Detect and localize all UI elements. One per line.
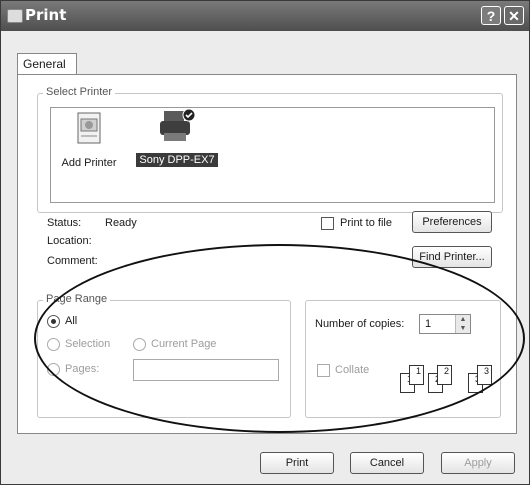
pages-input[interactable] <box>133 359 279 381</box>
pages-label: Pages: <box>65 363 100 375</box>
all-radio-dot <box>51 319 56 324</box>
print-button[interactable]: Print <box>260 452 334 474</box>
all-label: All <box>65 315 78 327</box>
status-label: Status: <box>47 217 82 229</box>
copies-value: 1 <box>425 318 432 330</box>
collate-checkbox[interactable] <box>317 364 330 377</box>
add-printer-label: Add Printer <box>61 157 117 169</box>
print-to-file-checkbox[interactable] <box>321 217 334 230</box>
select-printer-legend: Select Printer <box>43 86 116 98</box>
print-dialog: Print ? ✕ General Select Printer Add Pri… <box>0 0 530 485</box>
collate-page: 1 <box>409 365 424 385</box>
help-button[interactable]: ? <box>481 6 501 25</box>
copies-spinner[interactable]: 1 ▲ ▼ <box>419 314 471 334</box>
location-label: Location: <box>47 235 92 247</box>
tab-general[interactable]: General <box>17 53 77 75</box>
close-button[interactable]: ✕ <box>504 6 524 25</box>
collate-label: Collate <box>335 364 370 376</box>
printer-item-sony[interactable]: Sony DPP-EX7 <box>129 107 225 171</box>
selection-label: Selection <box>65 338 111 350</box>
print-to-file-label: Print to file <box>340 217 392 229</box>
title-bar[interactable]: Print ? ✕ <box>1 1 529 31</box>
collate-page: 3 <box>477 365 492 385</box>
current-page-label: Current Page <box>151 338 217 350</box>
printer-item-add-printer[interactable]: Add Printer <box>53 111 125 171</box>
add-printer-icon <box>77 112 101 144</box>
cancel-button[interactable]: Cancel <box>350 452 424 474</box>
comment-label: Comment: <box>47 255 98 267</box>
current-page-radio[interactable] <box>133 338 146 351</box>
pages-radio[interactable] <box>47 363 60 376</box>
find-printer-button[interactable]: Find Printer... <box>412 246 492 268</box>
all-radio[interactable] <box>47 315 60 328</box>
window-title: Print <box>25 6 67 24</box>
sony-printer-label: Sony DPP-EX7 <box>136 153 218 167</box>
number-of-copies-label: Number of copies: <box>315 318 405 330</box>
collate-page: 2 <box>437 365 452 385</box>
page-range-legend: Page Range <box>43 293 111 305</box>
printer-icon <box>160 108 196 141</box>
status-value: Ready <box>105 217 137 229</box>
selection-radio[interactable] <box>47 338 60 351</box>
preferences-button[interactable]: Preferences <box>412 211 492 233</box>
spinner-arrows-icon[interactable]: ▲ ▼ <box>455 315 470 333</box>
apply-button[interactable]: Apply <box>441 452 515 474</box>
printer-window-icon <box>7 9 23 23</box>
